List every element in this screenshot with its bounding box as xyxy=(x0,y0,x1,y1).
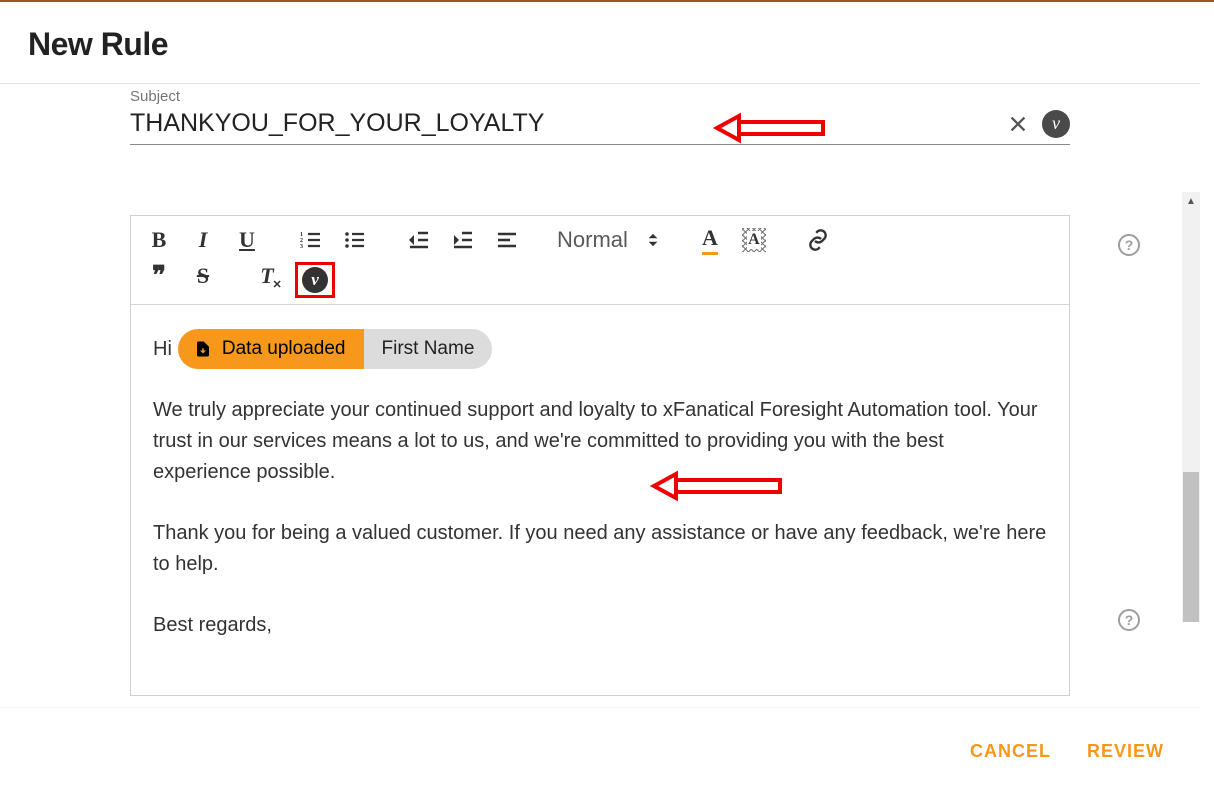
scroll-up-button[interactable]: ▲ xyxy=(1182,192,1200,210)
align-icon xyxy=(495,228,519,252)
help-icon[interactable]: ? xyxy=(1118,609,1140,631)
variable-icon: v xyxy=(302,267,328,293)
italic-icon: I xyxy=(199,227,208,253)
variable-chip-field[interactable]: First Name xyxy=(364,329,493,369)
blockquote-button[interactable]: ❞ xyxy=(145,262,173,290)
dialog-footer: CANCEL REVIEW xyxy=(0,708,1200,794)
align-button[interactable] xyxy=(493,226,521,254)
clear-format-icon: T✕ xyxy=(260,263,273,289)
variable-chip-field-label: First Name xyxy=(382,334,475,363)
text-bg-icon: A xyxy=(742,228,766,252)
variable-chip-source-label: Data uploaded xyxy=(222,334,346,363)
clear-format-button[interactable]: T✕ xyxy=(253,262,281,290)
body-paragraph-3: Best regards, xyxy=(153,610,1047,641)
dialog-body: Subject v xyxy=(0,84,1200,708)
underline-button[interactable]: U xyxy=(233,226,261,254)
text-color-button[interactable]: A xyxy=(696,226,724,254)
underline-icon: U xyxy=(239,227,255,253)
quote-icon: ❞ xyxy=(152,267,166,285)
scroll-thumb[interactable] xyxy=(1183,472,1199,622)
sort-icon xyxy=(646,227,660,253)
link-button[interactable] xyxy=(804,226,832,254)
body-paragraph-1: We truly appreciate your continued suppo… xyxy=(153,395,1047,488)
help-icon[interactable]: ? xyxy=(1118,234,1140,256)
outdent-button[interactable] xyxy=(405,226,433,254)
font-size-select[interactable]: Normal xyxy=(557,227,660,253)
new-rule-dialog: New Rule Subject v xyxy=(0,2,1200,794)
subject-input[interactable] xyxy=(130,107,996,144)
italic-button[interactable]: I xyxy=(189,226,217,254)
variable-icon: v xyxy=(1052,113,1060,134)
greeting-line: Hi Data uploaded First Name xyxy=(153,329,1047,369)
insert-variable-body-button[interactable]: v xyxy=(302,267,328,293)
subject-label: Subject xyxy=(130,88,1070,105)
unordered-list-button[interactable] xyxy=(341,226,369,254)
cancel-button[interactable]: CANCEL xyxy=(970,741,1051,762)
text-bg-button[interactable]: A xyxy=(740,226,768,254)
editor-content[interactable]: Hi Data uploaded First Name We truly app… xyxy=(131,305,1069,695)
review-button[interactable]: REVIEW xyxy=(1087,741,1164,762)
clear-subject-button[interactable] xyxy=(1004,110,1032,138)
bold-icon: B xyxy=(152,227,167,253)
rich-text-editor: B I U 123 xyxy=(130,215,1070,696)
unordered-list-icon xyxy=(343,228,367,252)
editor-toolbar: B I U 123 xyxy=(131,216,1069,305)
file-upload-icon xyxy=(194,340,212,358)
svg-text:3: 3 xyxy=(300,244,303,250)
ordered-list-icon: 123 xyxy=(299,228,323,252)
indent-button[interactable] xyxy=(449,226,477,254)
greeting-text: Hi xyxy=(153,334,172,365)
insert-variable-subject-button[interactable]: v xyxy=(1042,110,1070,138)
font-size-label: Normal xyxy=(557,227,628,253)
outdent-icon xyxy=(407,228,431,252)
link-icon xyxy=(806,228,830,252)
bold-button[interactable]: B xyxy=(145,226,173,254)
indent-icon xyxy=(451,228,475,252)
close-icon xyxy=(1007,113,1029,135)
subject-field: Subject v xyxy=(130,88,1070,145)
variable-chip-source[interactable]: Data uploaded xyxy=(178,329,364,369)
dialog-title: New Rule xyxy=(28,26,1172,63)
text-color-icon: A xyxy=(702,225,718,255)
strikethrough-icon: S xyxy=(197,263,209,289)
vertical-scrollbar[interactable]: ▲ ▼ xyxy=(1182,192,1200,622)
annotation-highlight-variable: v xyxy=(295,262,335,298)
dialog-body-wrap: Subject v xyxy=(0,84,1200,708)
dialog-header: New Rule xyxy=(0,2,1200,84)
ordered-list-button[interactable]: 123 xyxy=(297,226,325,254)
body-paragraph-2: Thank you for being a valued customer. I… xyxy=(153,518,1047,580)
strikethrough-button[interactable]: S xyxy=(189,262,217,290)
